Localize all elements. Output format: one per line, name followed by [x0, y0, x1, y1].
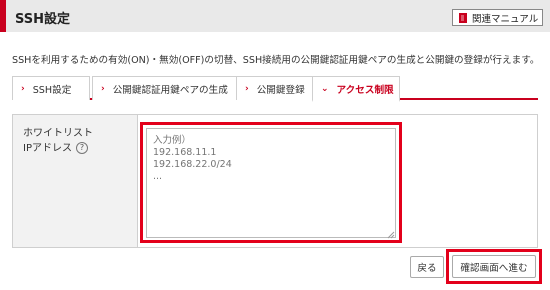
- page-header: SSH設定 関連マニュアル: [0, 0, 550, 32]
- resize-grip-icon[interactable]: [386, 230, 395, 239]
- tab-label: アクセス制限: [336, 84, 394, 96]
- book-icon: [459, 12, 467, 23]
- chevron-down-icon: ⌄: [321, 83, 329, 94]
- tab-access-restriction[interactable]: ⌄ アクセス制限: [312, 76, 400, 102]
- related-manual-button[interactable]: 関連マニュアル: [452, 9, 543, 26]
- page-description: SSHを利用するための有効(ON)・無効(OFF)の切替、SSH接続用の公開鍵認…: [12, 55, 540, 66]
- chevron-right-icon: ›: [101, 83, 105, 94]
- chevron-right-icon: ›: [21, 83, 25, 94]
- tab-label: SSH設定: [32, 84, 72, 96]
- related-manual-label: 関連マニュアル: [472, 13, 539, 25]
- help-icon[interactable]: ?: [75, 142, 88, 154]
- field-label-cell: ホワイトリスト IPアドレス?: [13, 115, 138, 247]
- field-label-line1: ホワイトリスト: [23, 128, 93, 139]
- field-label-line2: IPアドレス: [23, 143, 72, 154]
- whitelist-ip-textarea[interactable]: [146, 128, 396, 238]
- tab-keypair-generation[interactable]: › 公開鍵認証用鍵ペアの生成: [92, 76, 240, 100]
- page-title: SSH設定: [15, 12, 71, 27]
- back-button[interactable]: 戻る: [410, 256, 444, 278]
- tab-public-key-registration[interactable]: › 公開鍵登録: [236, 76, 320, 100]
- proceed-to-confirm-button[interactable]: 確認画面へ進む: [452, 255, 536, 278]
- tab-label: 公開鍵登録: [256, 84, 305, 96]
- tab-ssh-settings[interactable]: › SSH設定: [12, 76, 90, 100]
- tab-label: 公開鍵認証用鍵ペアの生成: [112, 84, 228, 96]
- chevron-right-icon: ›: [245, 83, 249, 94]
- field-label: ホワイトリスト IPアドレス?: [23, 126, 93, 156]
- tab-bar: › SSH設定 › 公開鍵認証用鍵ペアの生成 › 公開鍵登録 ⌄ アクセス制限: [12, 76, 538, 102]
